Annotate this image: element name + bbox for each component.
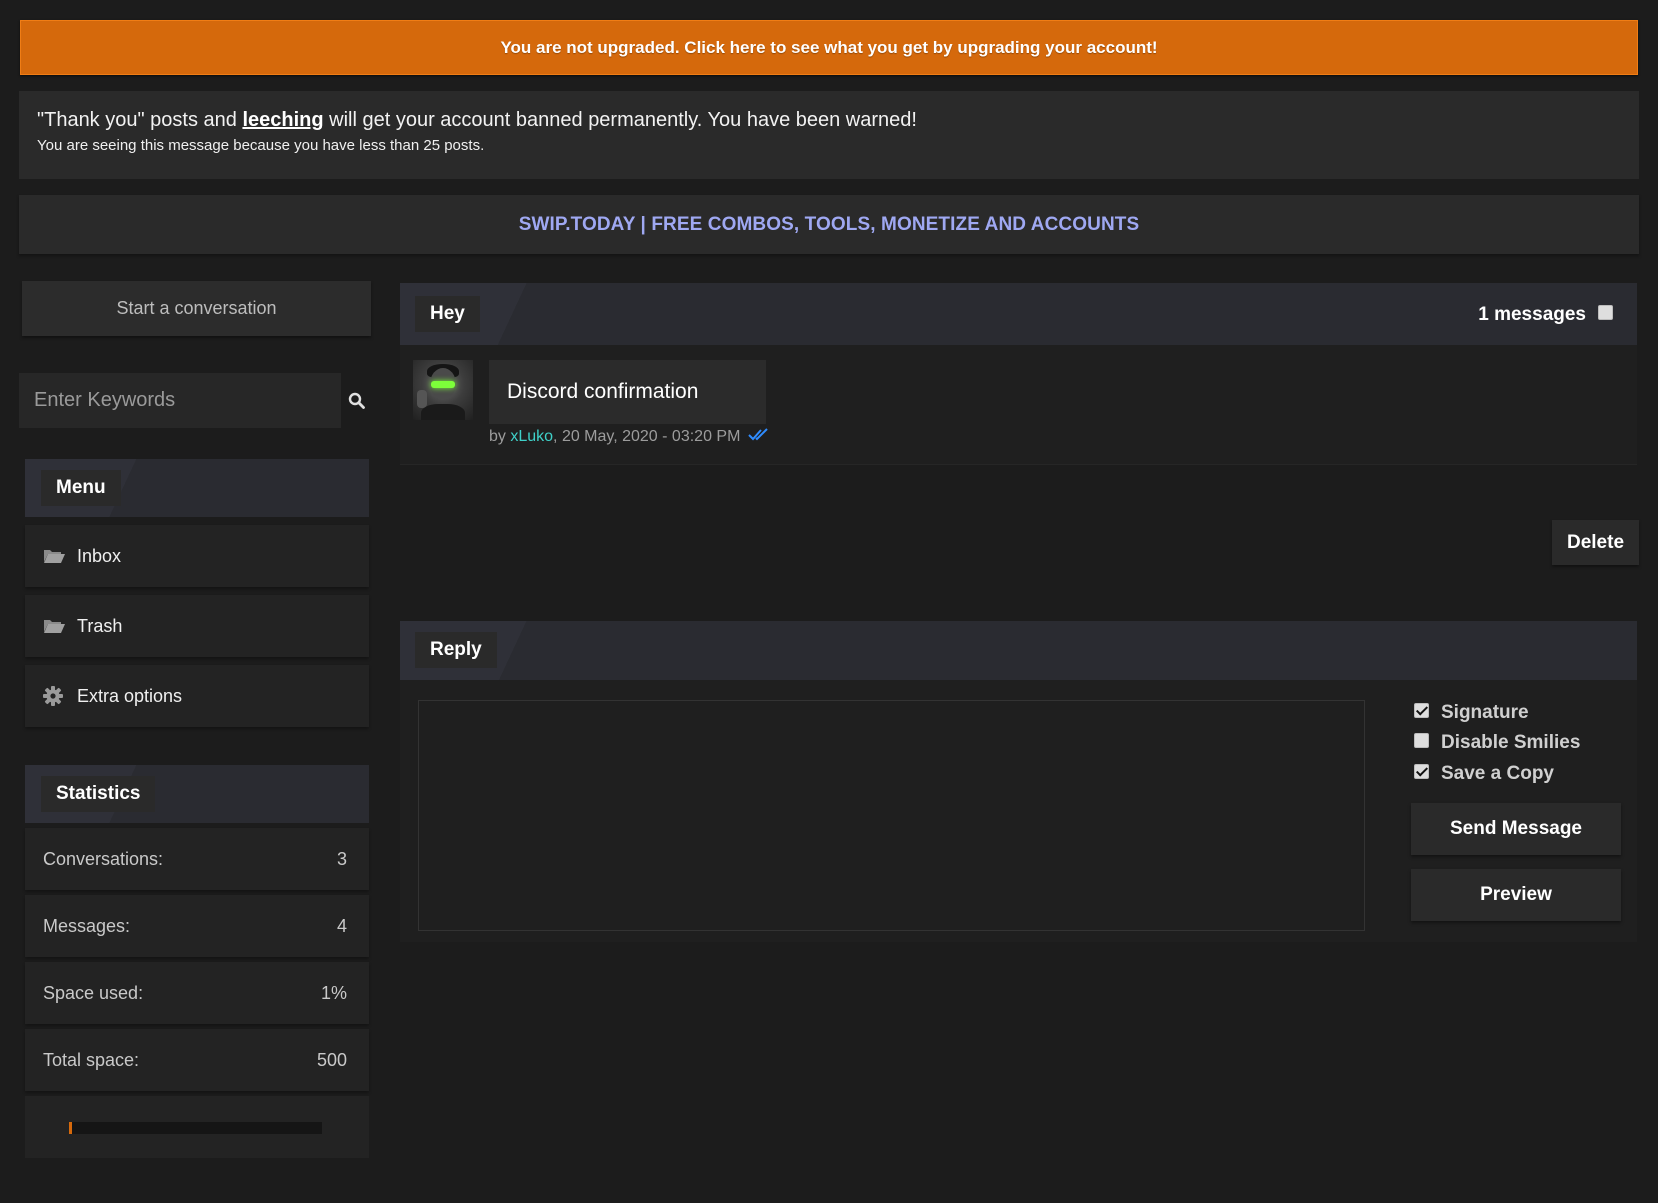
stat-value: 3: [336, 848, 347, 869]
stat-label: Messages:: [43, 915, 131, 936]
send-message-button[interactable]: Send Message: [1411, 803, 1621, 855]
signature-checkbox[interactable]: [1414, 702, 1429, 718]
preview-label: Preview: [1480, 884, 1552, 905]
site-banner-text[interactable]: SWIP.TODAY | FREE COMBOS, TOOLS, MONETIZ…: [519, 214, 1140, 236]
statistics-panel-header: Statistics: [25, 765, 369, 823]
author-link[interactable]: xLuko: [510, 428, 553, 445]
search-icon: [348, 392, 365, 409]
folder-open-icon: [43, 547, 67, 565]
warning-subtext: You are seeing this message because you …: [37, 137, 485, 154]
menu-title: Menu: [41, 470, 121, 506]
reply-title: Reply: [415, 632, 497, 668]
stat-label: Space used:: [43, 982, 144, 1003]
sidebar-item-extra-options[interactable]: Extra options: [25, 665, 369, 727]
stat-label: Conversations:: [43, 848, 164, 869]
disable-smilies-option[interactable]: Disable Smilies: [1414, 732, 1580, 754]
message-date: , 20 May, 2020 - 03:20 PM: [553, 428, 741, 445]
reply-header: Reply: [400, 621, 1637, 680]
stat-label: Total space:: [43, 1049, 140, 1070]
message-subject-link[interactable]: Discord confirmation: [489, 360, 766, 424]
sidebar-item-trash[interactable]: Trash: [25, 595, 369, 657]
message-subject[interactable]: Discord confirmation: [507, 380, 698, 404]
gear-icon: [43, 686, 67, 706]
space-usage-fill: [69, 1122, 72, 1134]
start-conversation-button[interactable]: Start a conversation: [22, 281, 371, 336]
avatar-body: [421, 404, 465, 420]
avatar-glasses: [431, 381, 455, 388]
space-usage-row: [25, 1096, 369, 1158]
message-count: 1 messages: [1478, 304, 1586, 325]
statistics-title: Statistics: [41, 776, 156, 812]
message-byline: by xLuko, 20 May, 2020 - 03:20 PM: [489, 428, 770, 446]
byline-prefix: by: [489, 428, 511, 445]
start-conversation-label: Start a conversation: [116, 298, 277, 318]
delete-button[interactable]: Delete: [1552, 520, 1639, 565]
option-label: Signature: [1441, 702, 1529, 723]
option-label: Disable Smilies: [1441, 732, 1581, 753]
preview-button[interactable]: Preview: [1411, 869, 1621, 921]
stat-messages: Messages: 4: [25, 895, 369, 957]
delete-label: Delete: [1566, 531, 1625, 553]
signature-option[interactable]: Signature: [1414, 702, 1529, 724]
save-copy-option[interactable]: Save a Copy: [1414, 763, 1554, 785]
stat-value: 1%: [320, 982, 347, 1003]
warning-notice: "Thank you" posts and leeching will get …: [19, 91, 1639, 179]
warning-prefix: "Thank you" posts and: [37, 109, 243, 131]
stat-value: 4: [336, 915, 347, 936]
search-input[interactable]: [19, 373, 341, 428]
search-button[interactable]: [341, 373, 372, 428]
folder-open-icon: [43, 617, 67, 635]
stat-space-used: Space used: 1%: [25, 962, 369, 1024]
save-copy-checkbox[interactable]: [1414, 763, 1429, 779]
search-box: [19, 373, 372, 428]
conversation-title: Hey: [415, 296, 480, 332]
sidebar-item-label: Extra options: [77, 685, 183, 706]
read-double-check-icon: [748, 428, 768, 441]
select-all-checkbox[interactable]: [1598, 305, 1613, 320]
sidebar-item-label: Inbox: [77, 545, 122, 566]
space-usage-bar: [69, 1122, 322, 1134]
stat-conversations: Conversations: 3: [25, 828, 369, 890]
stat-total-space: Total space: 500: [25, 1029, 369, 1091]
menu-panel-header: Menu: [25, 459, 369, 517]
reply-textarea[interactable]: [418, 700, 1365, 931]
upgrade-banner-text[interactable]: You are not upgraded. Click here to see …: [500, 38, 1157, 58]
sidebar-item-inbox[interactable]: Inbox: [25, 525, 369, 587]
avatar-hand: [417, 390, 427, 408]
warning-suffix: will get your account banned permanently…: [323, 109, 917, 131]
site-banner[interactable]: SWIP.TODAY | FREE COMBOS, TOOLS, MONETIZ…: [19, 195, 1639, 254]
leeching-link[interactable]: leeching: [242, 109, 323, 131]
upgrade-banner[interactable]: You are not upgraded. Click here to see …: [20, 20, 1638, 75]
stat-value: 500: [316, 1049, 347, 1070]
disable-smilies-checkbox[interactable]: [1414, 732, 1429, 748]
conversation-header: Hey 1 messages: [400, 283, 1637, 345]
sidebar-item-label: Trash: [77, 615, 123, 636]
warning-message: "Thank you" posts and leeching will get …: [37, 109, 1621, 132]
send-message-label: Send Message: [1450, 818, 1582, 839]
avatar[interactable]: [413, 360, 473, 420]
option-label: Save a Copy: [1441, 763, 1554, 784]
